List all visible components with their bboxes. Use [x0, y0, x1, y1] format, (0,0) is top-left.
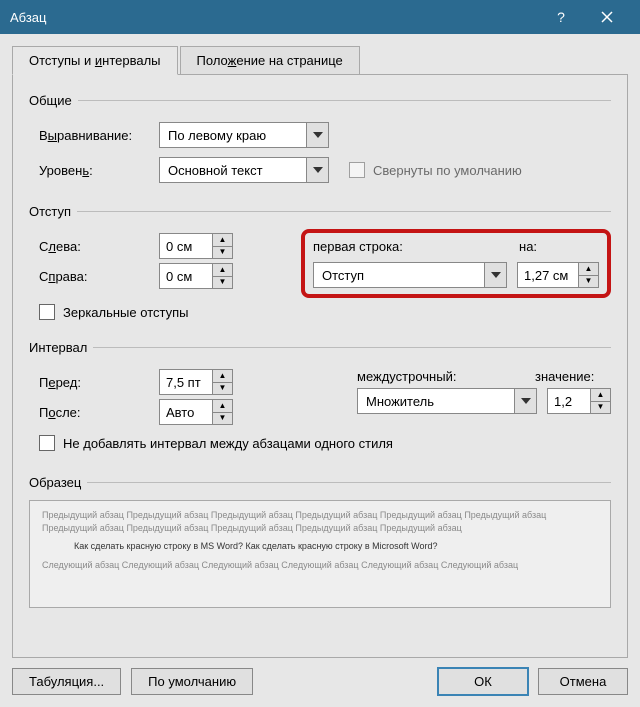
help-button[interactable]: ?	[538, 0, 584, 34]
chevron-down-icon[interactable]	[306, 158, 328, 182]
close-icon	[601, 11, 613, 23]
spin-down-icon[interactable]: ▼	[579, 276, 598, 288]
chevron-down-icon[interactable]	[514, 389, 536, 413]
spin-down-icon[interactable]: ▼	[213, 247, 232, 259]
alignment-label: Выравнивание:	[29, 128, 159, 143]
dont-add-space-label: Не добавлять интервал между абзацами одн…	[63, 436, 393, 451]
spin-up-icon[interactable]: ▲	[213, 370, 232, 383]
group-preview: Образец	[29, 475, 87, 490]
line-at-spin[interactable]: 1,2 ▲▼	[547, 388, 611, 414]
mirror-indents-label: Зеркальные отступы	[63, 305, 188, 320]
chevron-down-icon[interactable]	[306, 123, 328, 147]
preview-prev: Предыдущий абзац Предыдущий абзац Предыд…	[42, 509, 598, 534]
space-after-spin[interactable]: Авто ▲▼	[159, 399, 233, 425]
indent-left-label: Слева:	[29, 239, 159, 254]
outline-combo[interactable]: Основной текст	[159, 157, 329, 183]
tabs-button[interactable]: Табуляция...	[12, 668, 121, 695]
spin-up-icon[interactable]: ▲	[579, 263, 598, 276]
group-spacing: Интервал	[29, 340, 93, 355]
first-line-by-spin[interactable]: 1,27 см ▲▼	[517, 262, 599, 288]
space-after-label: После:	[29, 405, 159, 420]
collapsed-checkbox	[349, 162, 365, 178]
default-button[interactable]: По умолчанию	[131, 668, 253, 695]
titlebar: Абзац ?	[0, 0, 640, 34]
first-line-by-label: на:	[519, 239, 599, 254]
tab-page-position[interactable]: Положение на странице	[180, 46, 360, 75]
spin-down-icon[interactable]: ▼	[213, 383, 232, 395]
space-before-spin[interactable]: 7,5 пт ▲▼	[159, 369, 233, 395]
outline-label: Уровень:	[29, 163, 159, 178]
space-before-label: Перед:	[29, 375, 159, 390]
spin-up-icon[interactable]: ▲	[213, 400, 232, 413]
spin-up-icon[interactable]: ▲	[213, 264, 232, 277]
indent-right-label: Справа:	[29, 269, 159, 284]
line-spacing-label: междустрочный:	[357, 369, 515, 384]
preview-next: Следующий абзац Следующий абзац Следующи…	[42, 559, 598, 572]
highlight-box: первая строка: на: Отступ 1,27 см ▲▼	[301, 229, 611, 298]
tab-indents-spacing[interactable]: Отступы и интервалы	[12, 46, 178, 75]
ok-button[interactable]: ОК	[438, 668, 528, 695]
spin-down-icon[interactable]: ▼	[213, 413, 232, 425]
first-line-combo[interactable]: Отступ	[313, 262, 507, 288]
preview-main: Как сделать красную строку в MS Word? Ка…	[74, 540, 598, 553]
group-indent: Отступ	[29, 204, 77, 219]
chevron-down-icon[interactable]	[484, 263, 506, 287]
line-spacing-combo[interactable]: Множитель	[357, 388, 537, 414]
first-line-label: первая строка:	[313, 239, 509, 254]
alignment-combo[interactable]: По левому краю	[159, 122, 329, 148]
mirror-indents-checkbox[interactable]	[39, 304, 55, 320]
window-title: Абзац	[10, 10, 538, 25]
collapsed-label: Свернуты по умолчанию	[373, 163, 522, 178]
dont-add-space-checkbox[interactable]	[39, 435, 55, 451]
tab-bar: Отступы и интервалы Положение на страниц…	[12, 46, 628, 75]
group-general: Общие	[29, 93, 78, 108]
preview-box: Предыдущий абзац Предыдущий абзац Предыд…	[29, 500, 611, 608]
line-at-label: значение:	[535, 369, 611, 384]
indent-left-spin[interactable]: 0 см ▲▼	[159, 233, 233, 259]
spin-down-icon[interactable]: ▼	[213, 277, 232, 289]
spin-down-icon[interactable]: ▼	[591, 402, 610, 414]
close-button[interactable]	[584, 0, 630, 34]
indent-right-spin[interactable]: 0 см ▲▼	[159, 263, 233, 289]
spin-up-icon[interactable]: ▲	[591, 389, 610, 402]
cancel-button[interactable]: Отмена	[538, 668, 628, 695]
spin-up-icon[interactable]: ▲	[213, 234, 232, 247]
